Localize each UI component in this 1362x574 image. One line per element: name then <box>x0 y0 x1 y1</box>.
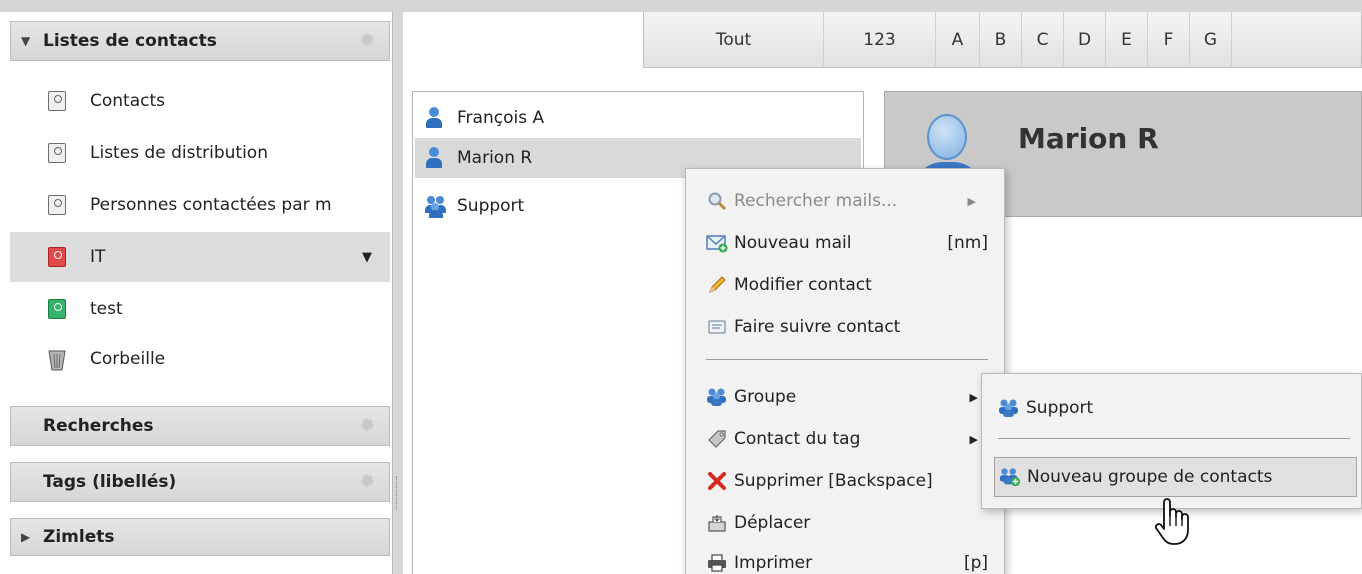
gear-icon[interactable]: ✹ <box>359 415 379 435</box>
tag-icon <box>706 428 728 450</box>
submenu-arrow-icon: ▶ <box>967 194 976 208</box>
contacted-book-icon <box>48 195 66 215</box>
menu-item-label: Rechercher mails... <box>734 191 898 211</box>
group-icon <box>425 195 447 218</box>
menu-item-label: Faire suivre contact <box>734 317 901 337</box>
menu-item-label: Groupe <box>734 387 797 407</box>
submenu-arrow-icon: ▶ <box>969 432 978 446</box>
menu-item-group[interactable]: Groupe ▶ <box>686 377 1006 417</box>
menu-item-move[interactable]: Déplacer <box>686 503 1006 543</box>
pencil-icon <box>706 274 728 296</box>
menu-item-label: Supprimer [Backspace] <box>734 471 933 491</box>
submenu-item-support[interactable]: Support <box>982 388 1362 428</box>
sidebar: ▼ Listes de contacts ✹ Contacts Listes d… <box>0 0 393 574</box>
sidebar-item-label: IT <box>90 247 106 267</box>
sidebar-item-contacts[interactable]: Contacts <box>10 76 390 126</box>
sidebar-item-trash[interactable]: Corbeille <box>10 334 390 384</box>
contact-name: Marion R <box>457 148 533 168</box>
group-icon <box>706 386 728 408</box>
sidebar-item-contacted[interactable]: Personnes contactées par m <box>10 180 390 230</box>
section-label: Tags (libellés) <box>43 472 177 492</box>
section-header-contact-lists[interactable]: ▼ Listes de contacts ✹ <box>10 21 390 61</box>
forward-contact-icon <box>706 316 728 338</box>
contact-row[interactable]: François A <box>415 98 861 138</box>
alphabet-filter-bar: Tout 123 A B C D E F G <box>643 12 1362 68</box>
move-icon <box>706 512 728 534</box>
submenu-item-new-contact-group[interactable]: Nouveau groupe de contacts <box>994 457 1357 497</box>
section-label: Zimlets <box>43 527 115 547</box>
gear-icon[interactable]: ✹ <box>359 30 379 50</box>
menu-item-label: Contact du tag <box>734 429 861 449</box>
delete-icon <box>706 470 728 492</box>
alpha-button-f[interactable]: F <box>1148 12 1190 68</box>
collapsed-triangle-icon[interactable]: ▶ <box>21 530 33 544</box>
trash-icon <box>48 349 66 371</box>
contact-book-green-icon <box>48 299 66 319</box>
sidebar-item-label: Personnes contactées par m <box>90 195 332 215</box>
splitter-grip[interactable] <box>396 476 400 510</box>
contact-book-red-icon <box>48 247 66 267</box>
menu-item-forward-contact[interactable]: Faire suivre contact <box>686 307 1006 347</box>
gear-icon[interactable]: ✹ <box>359 471 379 491</box>
alpha-button-b[interactable]: B <box>980 12 1022 68</box>
sidebar-item-label: Corbeille <box>90 349 166 369</box>
hand-pointer-icon <box>1154 498 1189 545</box>
sidebar-top-gutter <box>0 0 393 12</box>
shortcut-label: [p] <box>963 553 988 573</box>
sidebar-item-label: Contacts <box>90 91 165 111</box>
menu-item-delete[interactable]: Supprimer [Backspace] <box>686 461 1006 501</box>
sidebar-item-test[interactable]: test <box>10 284 390 334</box>
contact-name: Support <box>457 196 525 216</box>
section-header-searches[interactable]: Recherches ✹ <box>10 406 390 446</box>
menu-item-new-mail[interactable]: Nouveau mail [nm] <box>686 223 1006 263</box>
contact-name: François A <box>457 108 545 128</box>
alpha-button-g[interactable]: G <box>1190 12 1232 68</box>
print-icon <box>706 552 728 574</box>
contact-book-icon <box>48 91 66 111</box>
menu-item-search-mails[interactable]: Rechercher mails... ▶ <box>686 181 1006 221</box>
group-icon <box>998 397 1020 419</box>
search-icon <box>706 190 728 212</box>
alpha-button-all[interactable]: Tout <box>644 12 824 68</box>
alpha-button-123[interactable]: 123 <box>824 12 936 68</box>
menu-item-label: Imprimer <box>734 553 813 573</box>
person-icon <box>425 107 443 129</box>
new-mail-icon <box>706 232 728 254</box>
section-label: Recherches <box>43 416 154 436</box>
menu-item-label: Nouveau mail <box>734 233 852 253</box>
shortcut-label: [nm] <box>947 233 988 253</box>
alpha-button-a[interactable]: A <box>936 12 980 68</box>
new-group-icon <box>999 466 1021 488</box>
menu-item-label: Support <box>1026 398 1094 418</box>
context-menu: Rechercher mails... ▶ Nouveau mail [nm] … <box>685 168 1005 574</box>
dropdown-caret-icon[interactable]: ▼ <box>362 250 372 265</box>
alpha-button-e[interactable]: E <box>1106 12 1148 68</box>
alpha-button-d[interactable]: D <box>1064 12 1106 68</box>
contact-book-icon <box>48 143 66 163</box>
expanded-triangle-icon[interactable]: ▼ <box>21 34 33 48</box>
sidebar-item-label: Listes de distribution <box>90 143 268 163</box>
sidebar-item-label: test <box>90 299 123 319</box>
group-submenu: Support Nouveau groupe de contacts <box>981 373 1362 509</box>
menu-item-tag-contact[interactable]: Contact du tag ▶ <box>686 419 1006 459</box>
sidebar-item-distribution-lists[interactable]: Listes de distribution <box>10 128 390 178</box>
menu-item-label: Déplacer <box>734 513 811 533</box>
contact-detail-name: Marion R <box>1018 122 1159 155</box>
submenu-arrow-icon: ▶ <box>969 390 978 404</box>
menu-item-edit-contact[interactable]: Modifier contact <box>686 265 1006 305</box>
menu-item-label: Modifier contact <box>734 275 872 295</box>
section-label: Listes de contacts <box>43 31 217 51</box>
menu-separator <box>706 359 988 360</box>
person-icon <box>425 147 443 169</box>
menu-item-print[interactable]: Imprimer [p] <box>686 543 1006 574</box>
section-header-tags[interactable]: Tags (libellés) ✹ <box>10 462 390 502</box>
menu-separator <box>998 438 1350 439</box>
menu-item-label: Nouveau groupe de contacts <box>1027 467 1273 487</box>
sidebar-item-it[interactable]: IT ▼ <box>10 232 390 282</box>
section-header-zimlets[interactable]: ▶ Zimlets <box>10 518 390 556</box>
alpha-button-c[interactable]: C <box>1022 12 1064 68</box>
